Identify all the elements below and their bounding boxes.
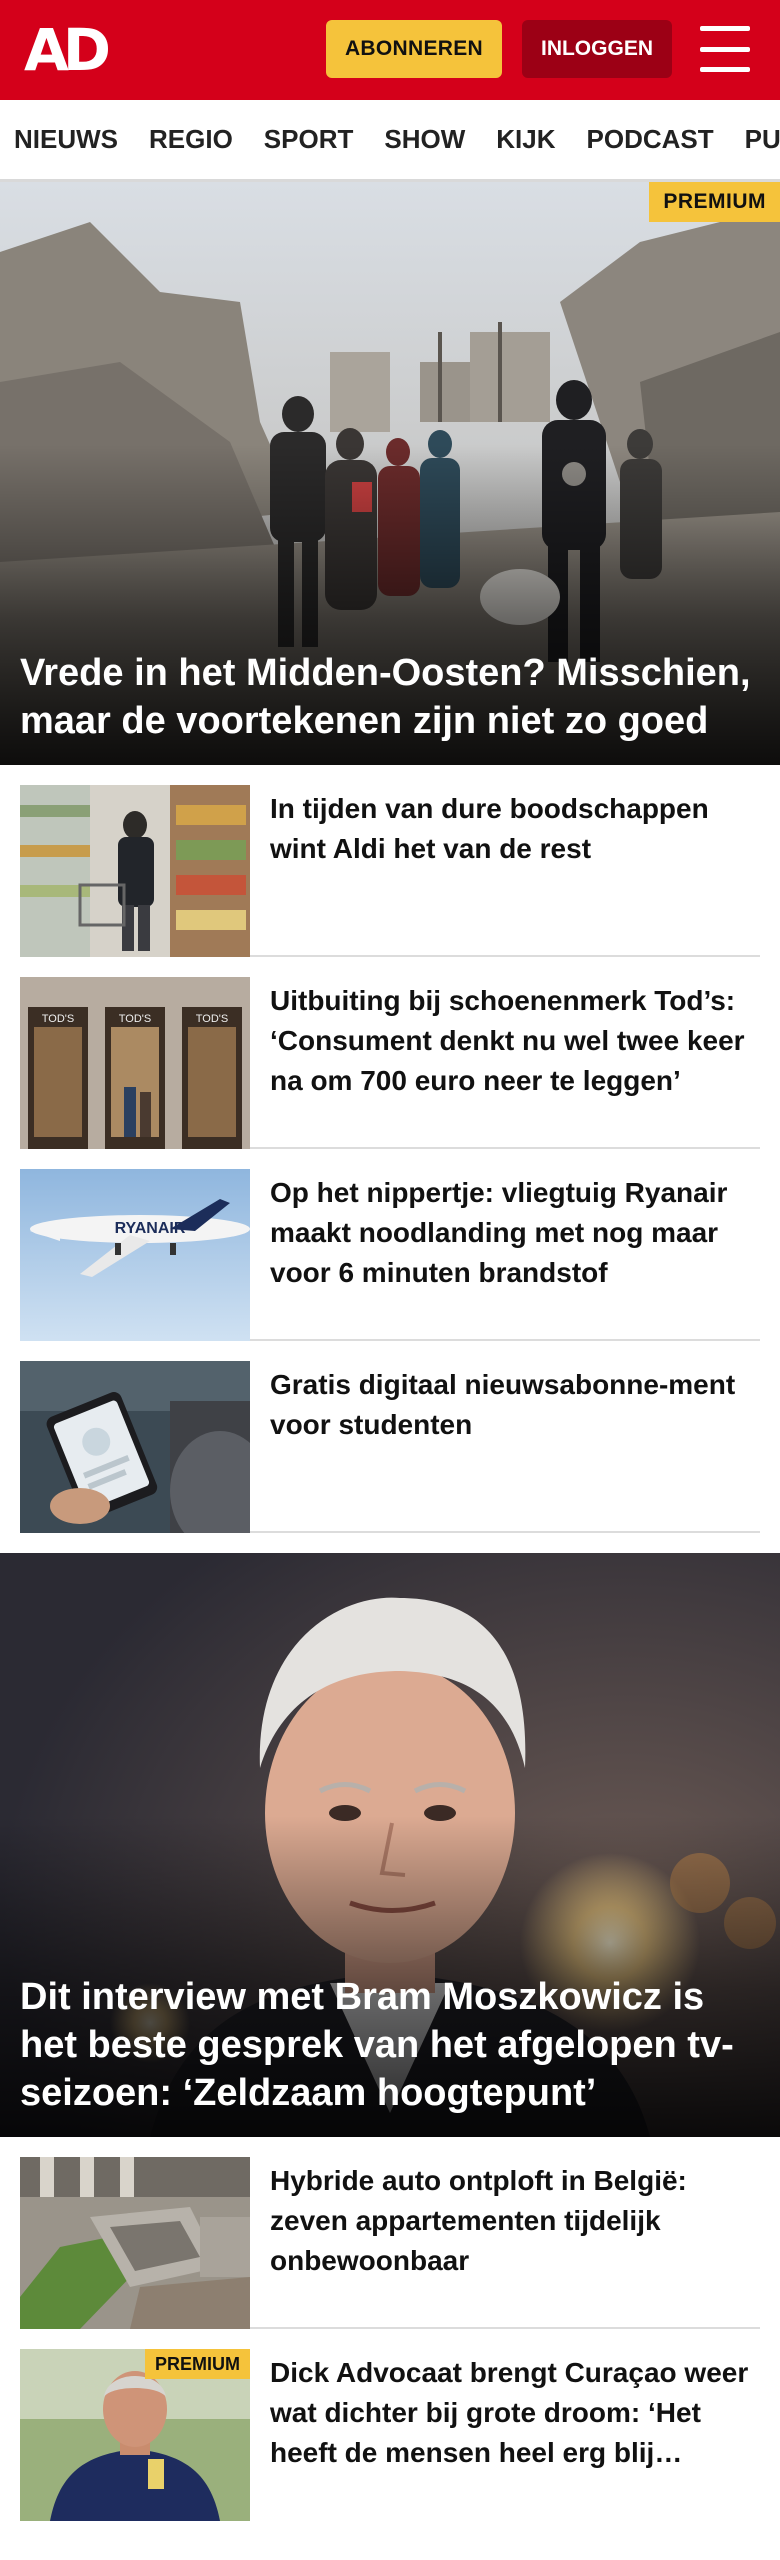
article-thumbnail: TOD'S TOD'S TOD'S	[20, 977, 250, 1149]
logo-text: AD	[24, 16, 111, 84]
nav-item-regio[interactable]: REGIO	[149, 124, 233, 155]
article-headline[interactable]: Dick Advocaat brengt Curaçao weer wat di…	[270, 2353, 760, 2473]
article-headline[interactable]: Uitbuiting bij schoenenmerk Tod’s: ‘Cons…	[270, 981, 760, 1101]
nav-item-nieuws[interactable]: NIEUWS	[14, 124, 118, 155]
section-nav: NIEUWS REGIO SPORT SHOW KIJK PODCAST PUZ…	[0, 100, 780, 182]
nav-item-sport[interactable]: SPORT	[264, 124, 354, 155]
top-bar: AD ABONNEREN INLOGGEN	[0, 0, 780, 100]
article-headline[interactable]: Hybride auto ontploft in België: zeven a…	[270, 2161, 760, 2281]
article-thumbnail	[20, 1361, 250, 1533]
nav-item-puzzel[interactable]: PUZZ	[745, 124, 780, 155]
list-item[interactable]: In tijden van dure boodschappen wint Ald…	[20, 765, 760, 957]
hero-headline[interactable]: Vrede in het Midden-Oosten? Misschien, m…	[20, 649, 760, 745]
list-item[interactable]: PREMIUM Dick Advocaat brengt Curaçao wee…	[20, 2329, 760, 2521]
list-item[interactable]: RYANAIR Op het nippertje: vliegtuig Ryan…	[20, 1149, 760, 1341]
svg-text:TOD'S: TOD'S	[119, 1013, 151, 1025]
hero-headline[interactable]: Dit interview met Bram Moszkowicz is het…	[20, 1973, 760, 2117]
nav-item-kijk[interactable]: KIJK	[496, 124, 555, 155]
nav-item-show[interactable]: SHOW	[384, 124, 465, 155]
article-thumbnail	[20, 785, 250, 957]
login-button[interactable]: INLOGGEN	[522, 20, 672, 78]
svg-text:RYANAIR: RYANAIR	[115, 1220, 186, 1237]
list-item[interactable]: TOD'S TOD'S TOD'S Uitbuiting bij schoene…	[20, 957, 760, 1149]
hero-article[interactable]: PREMIUM Vrede in het Midden-Oosten? Miss…	[0, 182, 780, 765]
subscribe-button[interactable]: ABONNEREN	[326, 20, 502, 78]
ad-logo[interactable]: AD	[24, 16, 111, 84]
article-thumbnail: RYANAIR	[20, 1169, 250, 1341]
article-thumbnail: PREMIUM	[20, 2349, 250, 2521]
article-headline[interactable]: Gratis digitaal nieuwsabonne-ment voor s…	[270, 1365, 760, 1445]
svg-text:TOD'S: TOD'S	[196, 1013, 228, 1025]
article-list: In tijden van dure boodschappen wint Ald…	[0, 765, 780, 1533]
article-thumbnail	[20, 2157, 250, 2329]
article-headline[interactable]: In tijden van dure boodschappen wint Ald…	[270, 789, 760, 869]
hero-article-2[interactable]: Dit interview met Bram Moszkowicz is het…	[0, 1553, 780, 2137]
premium-badge: PREMIUM	[649, 182, 780, 222]
svg-text:TOD'S: TOD'S	[42, 1013, 74, 1025]
nav-item-podcast[interactable]: PODCAST	[587, 124, 714, 155]
article-headline[interactable]: Op het nippertje: vliegtuig Ryanair maak…	[270, 1173, 760, 1293]
list-item[interactable]: Hybride auto ontploft in België: zeven a…	[20, 2137, 760, 2329]
list-item[interactable]: Gratis digitaal nieuwsabonne-ment voor s…	[20, 1341, 760, 1533]
menu-icon[interactable]	[700, 26, 750, 72]
article-list-2: Hybride auto ontploft in België: zeven a…	[0, 2137, 780, 2521]
premium-badge: PREMIUM	[145, 2349, 250, 2379]
